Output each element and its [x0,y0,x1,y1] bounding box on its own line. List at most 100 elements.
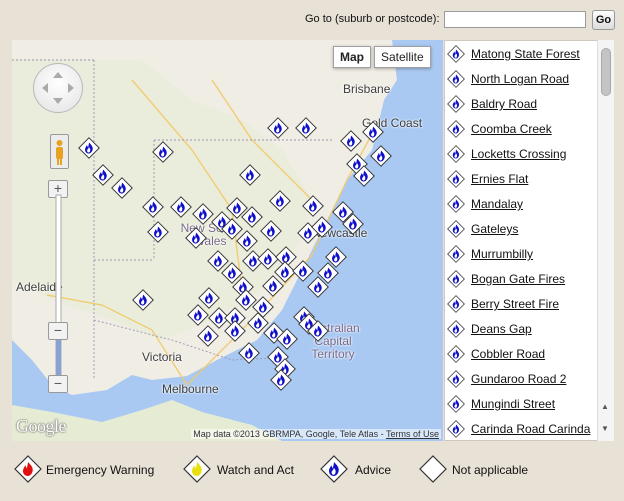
incident-list-item[interactable]: Baldry Road [447,94,597,114]
advice-fire-icon [447,245,465,263]
advice-fire-marker-icon[interactable] [267,117,289,139]
advice-fire-marker-icon[interactable] [132,289,154,311]
incident-link[interactable]: Mungindi Street [471,397,555,411]
advice-fire-marker-icon[interactable] [238,342,260,364]
advice-fire-marker-icon[interactable] [224,320,246,342]
advice-fire-icon [447,370,465,388]
incident-link[interactable]: Locketts Crossing [471,147,566,161]
advice-fire-marker-icon[interactable] [226,197,248,219]
zoom-slider-handle[interactable]: − [48,322,68,340]
advice-fire-marker-icon[interactable] [147,221,169,243]
advice-fire-marker-icon[interactable] [295,117,317,139]
scroll-down-arrow-icon[interactable]: ▼ [601,424,609,433]
incident-list-item[interactable]: Murrumbilly [447,244,597,264]
pan-control[interactable] [33,63,83,113]
incident-list-item[interactable]: Locketts Crossing [447,144,597,164]
map-type-satellite-button[interactable]: Satellite [374,46,431,68]
advice-fire-marker-icon[interactable] [270,369,292,391]
advice-fire-marker-icon[interactable] [307,276,329,298]
advice-fire-marker-icon[interactable] [185,227,207,249]
advice-fire-marker-icon[interactable] [307,320,329,342]
incident-list-item[interactable]: Coomba Creek [447,119,597,139]
incident-list-item[interactable]: Gundaroo Road 2 [447,369,597,389]
advice-fire-icon [447,120,465,138]
advice-fire-marker-icon[interactable] [236,230,258,252]
scroll-up-arrow-icon[interactable]: ▲ [601,402,609,411]
advice-fire-icon [447,45,465,63]
map-type-map-button[interactable]: Map [333,46,371,68]
incident-link[interactable]: Carinda Road Carinda [471,422,590,436]
incident-list-item[interactable]: Deans Gap [447,319,597,339]
search-label: Go to (suburb or postcode): [305,13,440,25]
incident-list-item[interactable]: Berry Street Fire [447,294,597,314]
incident-list-item[interactable]: Carinda Road Carinda [447,419,597,439]
google-logo: Google [16,416,67,436]
advice-fire-marker-icon[interactable] [269,190,291,212]
legend-label: Watch and Act [217,463,294,477]
incident-list-item[interactable]: Cobbler Road [447,344,597,364]
advice-fire-marker-icon[interactable] [111,177,133,199]
advice-fire-marker-icon[interactable] [342,213,364,235]
place-brisbane: Brisbane [343,82,391,96]
advice-fire-marker-icon[interactable] [260,220,282,242]
advice-fire-marker-icon[interactable] [353,165,375,187]
zoom-out-button[interactable]: − [48,375,68,393]
go-button[interactable]: Go [592,10,615,30]
advice-fire-marker-icon[interactable] [311,216,333,238]
blue-fire-diamond-icon [320,455,348,483]
advice-fire-marker-icon[interactable] [78,137,100,159]
legend-label: Emergency Warning [46,463,155,477]
incident-list-item[interactable]: Mandalay [447,194,597,214]
place-victoria: Victoria [142,350,182,364]
terms-of-use-link[interactable]: Terms of Use [386,429,439,439]
pan-arrows-icon [42,72,74,104]
advice-fire-marker-icon[interactable] [170,196,192,218]
incident-link[interactable]: Berry Street Fire [471,297,559,311]
incident-list: Matong State Forest North Logan Road Bal… [444,40,614,441]
advice-fire-icon [447,220,465,238]
advice-fire-icon [447,270,465,288]
advice-fire-marker-icon[interactable] [340,130,362,152]
street-view-pegman-icon[interactable] [50,134,69,169]
incident-link[interactable]: Baldry Road [471,97,537,111]
incident-link[interactable]: Deans Gap [471,322,532,336]
incident-link[interactable]: Bogan Gate Fires [471,272,565,286]
incident-link[interactable]: Mandalay [471,197,523,211]
incident-link[interactable]: North Logan Road [471,72,569,86]
suburb-search-input[interactable] [444,11,586,28]
advice-fire-marker-icon[interactable] [247,312,269,334]
advice-fire-marker-icon[interactable] [362,121,384,143]
zoom-slider[interactable] [52,191,66,387]
search-bar: Go to (suburb or postcode): Go [0,0,624,38]
fire-map[interactable]: Brisbane Gold Coast Newcastle Adelaide V… [12,40,443,441]
incident-link[interactable]: Gateleys [471,222,518,236]
incident-link[interactable]: Matong State Forest [471,47,580,61]
incident-list-item[interactable]: Ernies Flat [447,169,597,189]
advice-fire-marker-icon[interactable] [152,141,174,163]
incident-list-item[interactable]: Mungindi Street [447,394,597,414]
incident-link[interactable]: Cobbler Road [471,347,545,361]
advice-fire-icon [447,395,465,413]
incident-list-item[interactable]: Gateleys [447,219,597,239]
red-fire-diamond-icon [14,455,42,483]
advice-fire-icon [447,295,465,313]
advice-fire-marker-icon[interactable] [239,164,261,186]
incident-list-scrollbar[interactable]: ▲ ▼ [597,40,614,441]
advice-fire-marker-icon[interactable] [142,196,164,218]
incident-link[interactable]: Ernies Flat [471,172,528,186]
incident-link[interactable]: Murrumbilly [471,247,533,261]
incident-list-item[interactable]: North Logan Road [447,69,597,89]
scrollbar-thumb[interactable] [601,48,611,96]
advice-fire-marker-icon[interactable] [370,145,392,167]
advice-fire-marker-icon[interactable] [187,304,209,326]
advice-fire-icon [447,145,465,163]
advice-fire-marker-icon[interactable] [197,325,219,347]
advice-fire-marker-icon[interactable] [302,195,324,217]
yellow-fire-diamond-icon [183,455,211,483]
incident-link[interactable]: Gundaroo Road 2 [471,372,566,386]
place-melbourne: Melbourne [162,382,219,396]
incident-list-item[interactable]: Matong State Forest [447,44,597,64]
incident-link[interactable]: Coomba Creek [471,122,552,136]
advice-fire-icon [447,345,465,363]
incident-list-item[interactable]: Bogan Gate Fires [447,269,597,289]
